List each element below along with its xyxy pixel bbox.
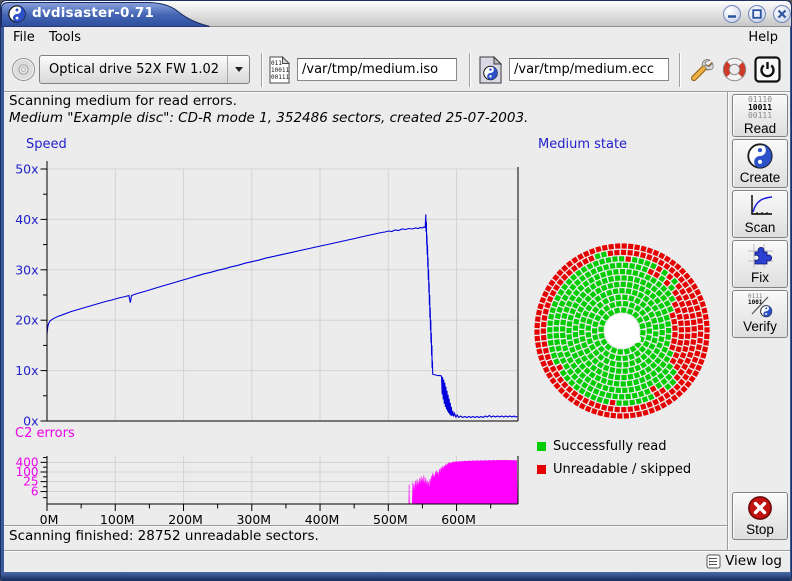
toolbar-separator [261, 53, 263, 87]
maximize-icon [752, 9, 762, 19]
svg-text:200M: 200M [168, 512, 203, 525]
legend-item-read: Successfully read [537, 439, 666, 454]
menu-help[interactable]: Help [746, 30, 780, 45]
speed-chart-title: Speed [26, 137, 67, 152]
svg-text:50x: 50x [15, 162, 38, 177]
log-list-icon [706, 554, 721, 569]
create-button-label: Create [740, 170, 781, 185]
drive-select-arrow[interactable] [227, 56, 249, 83]
legend-label: Unreadable / skipped [553, 462, 691, 477]
svg-text:6: 6 [31, 485, 39, 499]
close-icon [777, 9, 787, 19]
toolbar-separator [469, 53, 471, 87]
svg-text:10x: 10x [15, 363, 38, 378]
status-subheading: Medium "Example disc": CD-R mode 1, 3524… [9, 110, 528, 126]
iso-path-input[interactable] [297, 58, 457, 81]
close-button[interactable] [773, 5, 791, 23]
svg-text:400: 400 [16, 455, 39, 469]
footer-status-text: Scanning finished: 28752 unreadable sect… [9, 528, 319, 544]
scan-button[interactable]: Scan [732, 190, 788, 238]
quit-power-button[interactable] [754, 56, 781, 87]
svg-text:0M: 0M [40, 512, 59, 525]
verify-button[interactable]: 01111001 Verify [732, 290, 788, 338]
svg-text:30x: 30x [15, 262, 38, 277]
legend-swatch-green [537, 442, 546, 451]
svg-text:100: 100 [16, 465, 39, 479]
medium-state-disc [534, 243, 709, 418]
scan-chart-icon [747, 193, 774, 219]
fix-button-label: Fix [751, 270, 769, 285]
svg-text:400M: 400M [305, 512, 340, 525]
separator [727, 92, 729, 550]
drive-select[interactable]: Optical drive 52X FW 1.02 [39, 55, 250, 84]
svg-text:600M: 600M [441, 512, 476, 525]
svg-text:40x: 40x [15, 212, 38, 227]
svg-text:300M: 300M [236, 512, 271, 525]
create-button[interactable]: Create [732, 139, 788, 188]
chevron-down-icon [235, 67, 243, 72]
separator [4, 525, 727, 527]
svg-text:10011: 10011 [271, 67, 289, 74]
ecc-path-input[interactable] [509, 58, 669, 81]
svg-text:100M: 100M [100, 512, 135, 525]
svg-text:20x: 20x [15, 313, 38, 328]
action-sidebar: 01110 10011 00111 Read Create Scan [730, 92, 790, 550]
status-heading: Scanning medium for read errors. [9, 93, 237, 109]
iso-file-icon: 011 10011 00111 [268, 56, 291, 88]
help-lifebelt-icon[interactable] [720, 55, 749, 88]
binary-icon: 01110 10011 00111 [748, 96, 772, 120]
fix-button[interactable]: Fix [732, 240, 788, 288]
stop-button-label: Stop [746, 522, 774, 537]
svg-text:25: 25 [23, 475, 38, 489]
stop-button[interactable]: Stop [732, 492, 788, 540]
view-log-label: View log [725, 553, 782, 569]
toolbar: Optical drive 52X FW 1.02 011 10011 0011… [4, 49, 790, 91]
svg-text:00111: 00111 [271, 74, 289, 81]
stop-icon [747, 495, 773, 521]
menu-tools[interactable]: Tools [47, 30, 83, 45]
view-log-button[interactable]: View log [706, 553, 782, 569]
window-title: dvdisaster-0.71 [32, 5, 154, 21]
legend-swatch-red [537, 465, 546, 474]
preferences-wrench-icon[interactable] [687, 56, 715, 88]
drive-icon [11, 57, 36, 86]
menu-file[interactable]: File [11, 30, 37, 45]
drive-select-value: Optical drive 52X FW 1.02 [40, 62, 227, 77]
bottom-bar: View log [4, 552, 790, 574]
minimize-button[interactable] [723, 5, 741, 23]
medium-state-title: Medium state [538, 137, 627, 152]
legend-label: Successfully read [553, 439, 666, 454]
verify-icon: 01111001 [747, 294, 773, 318]
svg-text:011: 011 [271, 60, 282, 67]
titlebar[interactable]: dvdisaster-0.71 [1, 1, 791, 27]
read-button-label: Read [744, 121, 776, 136]
verify-button-label: Verify [743, 319, 777, 334]
menubar: File Tools Help [4, 27, 790, 49]
minimize-icon [727, 9, 737, 19]
maximize-button[interactable] [748, 5, 766, 23]
puzzle-icon [747, 243, 774, 269]
yinyang-icon [747, 143, 773, 169]
svg-text:500M: 500M [373, 512, 408, 525]
app-icon [8, 5, 26, 23]
c2-errors-title: C2 errors [15, 426, 75, 441]
toolbar-separator [679, 53, 681, 87]
chart-area: 0x10x20x30x40x50x6251004000M100M200M300M… [4, 134, 728, 525]
window-frame-bottom [1, 572, 791, 580]
scan-button-label: Scan [745, 220, 776, 235]
legend-item-unreadable: Unreadable / skipped [537, 462, 691, 477]
ecc-file-icon [478, 56, 503, 88]
app-window: dvdisaster-0.71 File Tools Help [0, 0, 792, 581]
read-button[interactable]: 01110 10011 00111 Read [732, 94, 788, 137]
window-content: File Tools Help Optical drive 52X FW 1.0… [4, 27, 790, 574]
